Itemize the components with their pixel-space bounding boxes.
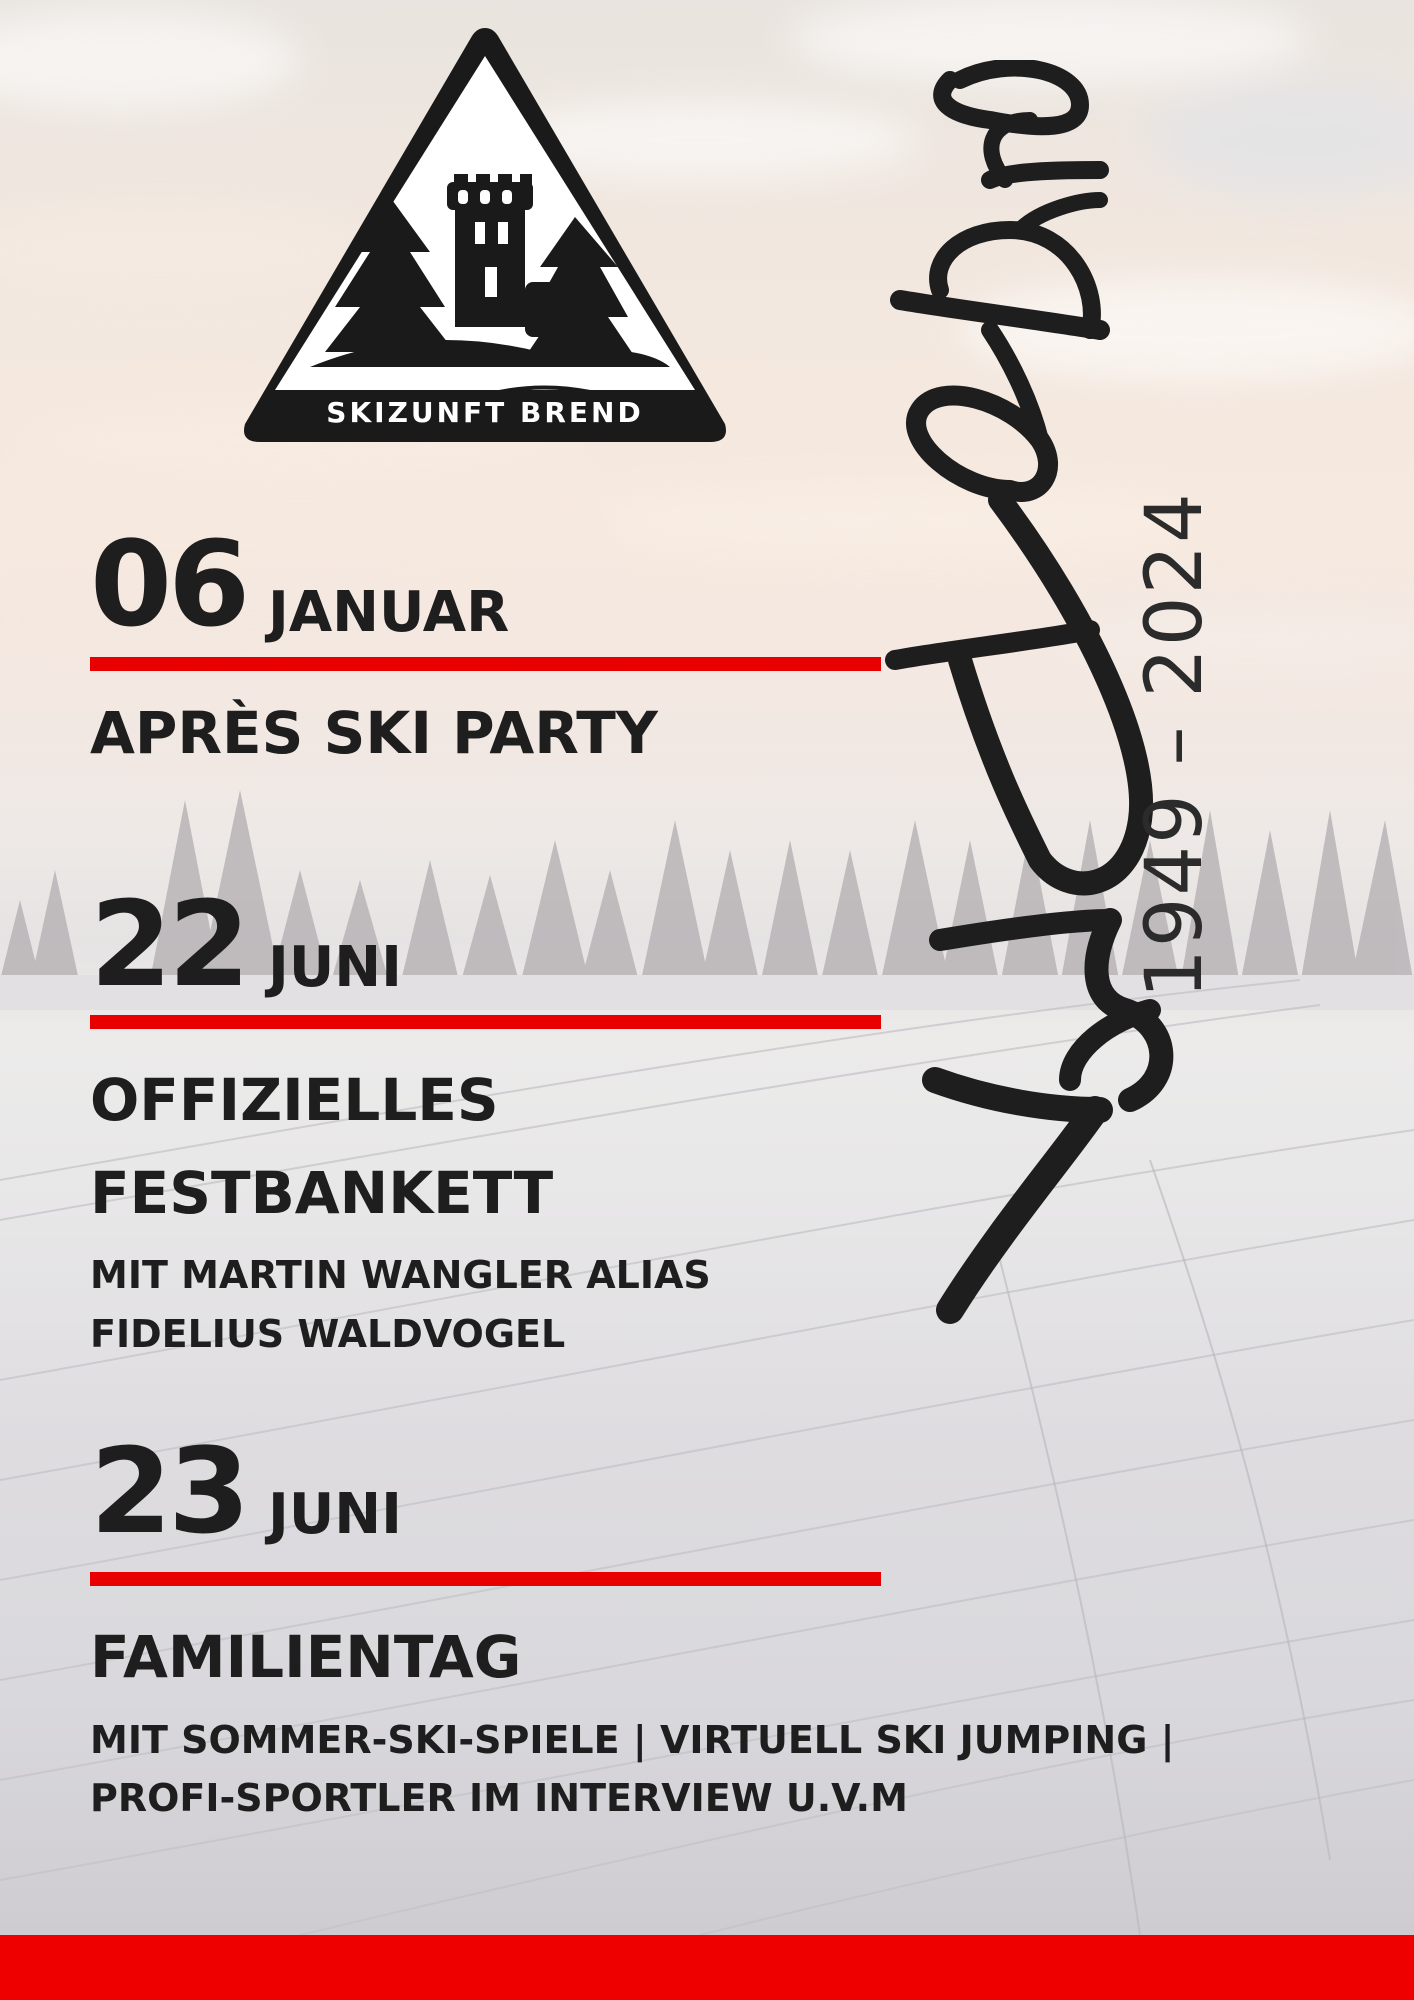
event-3-subtitle-line1: MIT SOMMER-SKI-SPIELE | VIRTUELL SKI JUM… (90, 1718, 1175, 1762)
event-1-day: 06 (90, 515, 250, 653)
event-2-day: 22 (90, 875, 250, 1013)
event-1-title: APRÈS SKI PARTY (90, 699, 658, 767)
event-3-title: FAMILIENTAG (90, 1623, 522, 1691)
event-2-month: JUNI (268, 935, 403, 1000)
event-3-month: JUNI (268, 1482, 403, 1547)
event-1-divider (90, 657, 881, 671)
event-2-subtitle-line1: MIT MARTIN WANGLER ALIAS (90, 1253, 711, 1297)
event-2-title-line1: OFFIZIELLES (90, 1066, 499, 1134)
club-name: SKIZUNFT BREND (326, 396, 644, 429)
75-jahre-script-lettering (885, 60, 1174, 1324)
event-2-subtitle-line2: FIDELIUS WALDVOGEL (90, 1312, 566, 1356)
skizunft-brend-logo (244, 28, 726, 442)
event-3-day: 23 (90, 1422, 250, 1560)
event-2-divider (90, 1015, 881, 1029)
event-1-month: JANUAR (268, 580, 510, 645)
event-3-divider (90, 1572, 881, 1586)
years-text: 1949 – 2024 (1130, 491, 1220, 999)
event-2-title-line2: FESTBANKETT (90, 1159, 554, 1227)
event-3-subtitle-line2: PROFI-SPORTLER IM INTERVIEW U.V.M (90, 1776, 908, 1820)
bottom-red-bar (0, 1935, 1414, 2000)
